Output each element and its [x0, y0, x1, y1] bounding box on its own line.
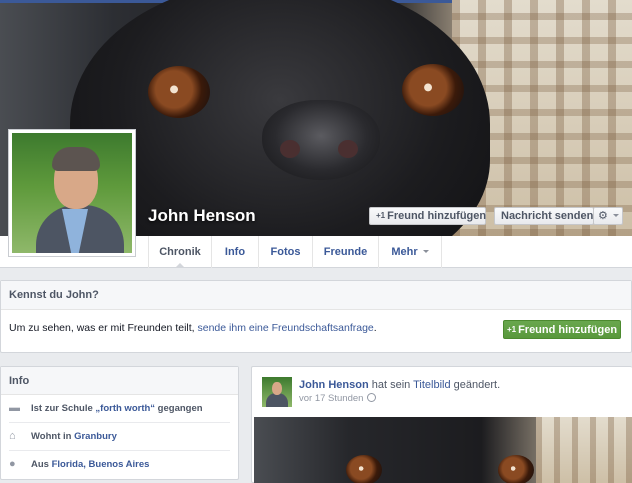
add-friend-icon: +1: [506, 325, 517, 334]
send-message-button[interactable]: Nachricht senden: [494, 207, 594, 225]
chevron-down-icon: [422, 250, 429, 256]
info-item-origin: ● Aus Florida, Buenos Aires: [9, 451, 230, 479]
avatar-face: [272, 382, 282, 395]
add-friend-green-label: Freund hinzufügen: [518, 324, 618, 336]
add-friend-icon: +1: [376, 211, 386, 220]
info-card-title[interactable]: Info: [1, 367, 238, 395]
tab-mehr-label: Mehr: [391, 246, 418, 258]
know-person-card: Kennst du John? Um zu sehen, was er mit …: [0, 280, 632, 353]
tab-fotos[interactable]: Fotos: [259, 236, 313, 268]
globe-icon[interactable]: [367, 393, 377, 402]
friend-request-link[interactable]: sende ihm eine Freundschaftsanfrage: [198, 322, 374, 334]
post-author-avatar[interactable]: [262, 377, 292, 407]
info-item-residence: ⌂ Wohnt in Granbury: [9, 423, 230, 451]
info-card: Info ▬ Ist zur Schule „forth worth“ gega…: [0, 366, 239, 480]
tab-freunde[interactable]: Freunde: [313, 236, 379, 268]
location-pin-icon: ●: [9, 458, 16, 470]
timeline-post: John Henson hat sein Titelbild geändert.…: [251, 366, 632, 483]
post-meta: vor 17 Stunden: [299, 393, 377, 404]
know-person-prefix: Um zu sehen, was er mit Freunden teilt,: [9, 322, 198, 334]
add-friend-button[interactable]: +1 Freund hinzufügen: [369, 207, 486, 225]
post-action-text: hat sein: [368, 379, 414, 391]
residence-link[interactable]: Granbury: [74, 431, 117, 442]
school-icon: ▬: [9, 402, 20, 414]
add-friend-green-button[interactable]: +1 Freund hinzufügen: [503, 320, 621, 339]
post-photo-dog-eye: [498, 455, 534, 483]
cover-dog-nostril: [338, 140, 358, 158]
post-author-link[interactable]: John Henson: [299, 379, 369, 391]
know-person-suffix: .: [373, 322, 377, 334]
post-photo-dog-eye: [346, 455, 382, 483]
post-timestamp[interactable]: vor 17 Stunden: [299, 393, 363, 404]
avatar-suit: [266, 393, 288, 407]
home-icon: ⌂: [9, 430, 16, 442]
tab-mehr[interactable]: Mehr: [379, 236, 442, 268]
cover-photo-link[interactable]: Titelbild: [413, 379, 451, 391]
origin-link[interactable]: Florida, Buenos Aires: [52, 459, 150, 470]
cover-dog-eye-left: [148, 66, 210, 118]
settings-button[interactable]: ⚙: [593, 207, 623, 225]
post-headline: John Henson hat sein Titelbild geändert.: [299, 379, 500, 391]
info-item-text: Wohnt in: [31, 431, 75, 442]
post-photo-blanket: [536, 417, 632, 483]
info-item-text: Aus: [31, 459, 52, 470]
cover-dog-nostril: [280, 140, 300, 158]
info-item-text: Ist zur Schule: [31, 403, 96, 414]
cover-dog-eye-right: [402, 64, 464, 116]
profile-photo: [12, 133, 132, 253]
tab-info[interactable]: Info: [212, 236, 259, 268]
tab-chronik[interactable]: Chronik: [148, 236, 212, 268]
gear-icon: ⚙: [598, 210, 608, 222]
post-action-text: geändert.: [450, 379, 501, 391]
add-friend-label: Freund hinzufügen: [387, 210, 487, 222]
profile-picture[interactable]: [8, 129, 136, 257]
info-item-school: ▬ Ist zur Schule „forth worth“ gegangen: [9, 395, 230, 423]
chevron-down-icon: [612, 214, 619, 220]
info-item-text: gegangen: [155, 403, 203, 414]
cover-dog-muzzle: [262, 100, 380, 180]
know-person-title: Kennst du John?: [1, 281, 631, 310]
profile-name[interactable]: John Henson: [148, 206, 256, 226]
post-photo[interactable]: [254, 417, 632, 483]
photo-hair: [52, 147, 100, 171]
school-link[interactable]: „forth worth“: [95, 403, 155, 414]
